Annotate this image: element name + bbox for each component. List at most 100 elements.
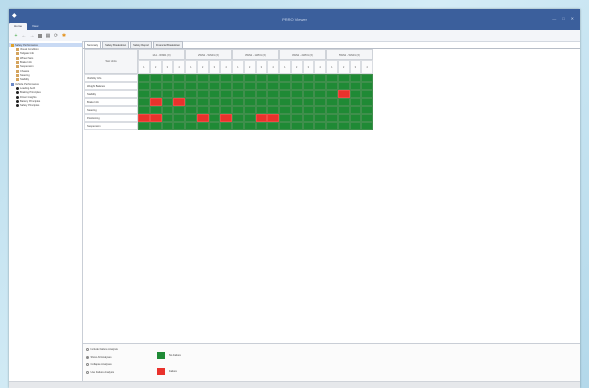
result-cell-pass[interactable] [361, 90, 373, 98]
result-cell-failure[interactable] [220, 114, 232, 122]
result-cell-pass[interactable] [314, 106, 326, 114]
result-cell-pass[interactable] [267, 74, 279, 82]
column-header[interactable]: 2 [243, 60, 256, 74]
result-cell-pass[interactable] [267, 82, 279, 90]
result-cell-failure[interactable] [149, 98, 162, 106]
result-cell-pass[interactable] [314, 82, 326, 90]
result-cell-pass[interactable] [349, 90, 362, 98]
refresh-icon[interactable]: ⟳ [53, 33, 59, 39]
result-cell-pass[interactable] [279, 90, 291, 98]
result-cell-pass[interactable] [349, 98, 362, 106]
result-cell-pass[interactable] [149, 82, 162, 90]
result-cell-pass[interactable] [314, 98, 326, 106]
result-cell-failure[interactable] [196, 114, 209, 122]
result-cell-pass[interactable] [337, 122, 350, 130]
result-cell-pass[interactable] [255, 106, 268, 114]
option-radio[interactable]: Collapse Analyses [86, 363, 112, 366]
result-cell-pass[interactable] [208, 82, 221, 90]
result-cell-pass[interactable] [267, 98, 279, 106]
result-cell-pass[interactable] [196, 122, 209, 130]
result-cell-pass[interactable] [196, 106, 209, 114]
result-cell-pass[interactable] [232, 90, 244, 98]
result-cell-failure[interactable] [173, 98, 185, 106]
tab-summary[interactable]: Summary [84, 41, 102, 48]
result-cell-pass[interactable] [161, 98, 174, 106]
result-cell-pass[interactable] [208, 114, 221, 122]
result-cell-pass[interactable] [290, 122, 303, 130]
result-cell-pass[interactable] [361, 82, 373, 90]
result-cell-pass[interactable] [267, 90, 279, 98]
result-cell-pass[interactable] [138, 98, 150, 106]
tab-safety-report[interactable]: Safety Report [130, 41, 153, 48]
column-header[interactable]: 4 [267, 60, 279, 74]
ribbon-tab-view[interactable]: View [27, 23, 43, 30]
result-cell-pass[interactable] [243, 82, 256, 90]
result-cell-pass[interactable] [161, 90, 174, 98]
column-header[interactable]: 1 [326, 60, 338, 74]
radio-indicator[interactable] [86, 348, 89, 351]
result-cell-pass[interactable] [314, 74, 326, 82]
result-cell-pass[interactable] [220, 82, 232, 90]
result-cell-pass[interactable] [149, 74, 162, 82]
column-header[interactable]: 4 [314, 60, 326, 74]
column-header[interactable]: 3 [208, 60, 221, 74]
result-cell-failure[interactable] [255, 114, 268, 122]
result-cell-pass[interactable] [302, 82, 315, 90]
radio-indicator[interactable] [86, 355, 89, 359]
result-cell-pass[interactable] [302, 114, 315, 122]
result-cell-pass[interactable] [243, 98, 256, 106]
result-cell-pass[interactable] [243, 90, 256, 98]
result-cell-pass[interactable] [208, 106, 221, 114]
result-cell-pass[interactable] [349, 114, 362, 122]
result-cell-pass[interactable] [302, 122, 315, 130]
result-cell-pass[interactable] [161, 122, 174, 130]
result-cell-pass[interactable] [290, 114, 303, 122]
result-cell-pass[interactable] [185, 82, 197, 90]
result-cell-pass[interactable] [349, 74, 362, 82]
result-cell-pass[interactable] [326, 82, 338, 90]
tab-safety-breakdown[interactable]: Safety Breakdown [102, 41, 130, 48]
result-cell-pass[interactable] [232, 82, 244, 90]
result-cell-pass[interactable] [173, 114, 185, 122]
result-cell-pass[interactable] [161, 82, 174, 90]
result-cell-pass[interactable] [255, 98, 268, 106]
result-cell-pass[interactable] [255, 74, 268, 82]
ribbon-tab-home[interactable]: Home [9, 23, 28, 30]
result-cell-pass[interactable] [232, 98, 244, 106]
column-header[interactable]: 1 [279, 60, 291, 74]
result-cell-pass[interactable] [279, 122, 291, 130]
add-icon[interactable]: + [13, 33, 19, 39]
result-cell-pass[interactable] [279, 106, 291, 114]
result-cell-pass[interactable] [173, 106, 185, 114]
result-cell-pass[interactable] [232, 114, 244, 122]
result-cell-pass[interactable] [243, 74, 256, 82]
result-cell-pass[interactable] [138, 74, 150, 82]
result-cell-pass[interactable] [279, 82, 291, 90]
result-cell-pass[interactable] [279, 98, 291, 106]
result-cell-pass[interactable] [208, 122, 221, 130]
result-cell-pass[interactable] [196, 82, 209, 90]
result-cell-pass[interactable] [243, 114, 256, 122]
result-cell-pass[interactable] [196, 98, 209, 106]
result-cell-pass[interactable] [361, 114, 373, 122]
column-header[interactable]: 3 [349, 60, 362, 74]
result-cell-pass[interactable] [326, 98, 338, 106]
result-cell-pass[interactable] [337, 82, 350, 90]
tab-financial-breakdown[interactable]: Financial Breakdown [153, 41, 184, 48]
result-cell-pass[interactable] [161, 74, 174, 82]
result-cell-pass[interactable] [185, 98, 197, 106]
result-cell-pass[interactable] [267, 122, 279, 130]
result-cell-pass[interactable] [314, 114, 326, 122]
result-cell-pass[interactable] [173, 82, 185, 90]
result-cell-pass[interactable] [149, 122, 162, 130]
result-cell-pass[interactable] [349, 122, 362, 130]
result-cell-pass[interactable] [161, 114, 174, 122]
result-cell-pass[interactable] [161, 106, 174, 114]
result-cell-pass[interactable] [220, 98, 232, 106]
result-cell-pass[interactable] [302, 106, 315, 114]
result-cell-pass[interactable] [232, 122, 244, 130]
result-cell-pass[interactable] [337, 114, 350, 122]
column-header[interactable]: 3 [302, 60, 315, 74]
result-cell-pass[interactable] [196, 74, 209, 82]
option-radio[interactable]: Use Failure Analysis [86, 370, 114, 374]
